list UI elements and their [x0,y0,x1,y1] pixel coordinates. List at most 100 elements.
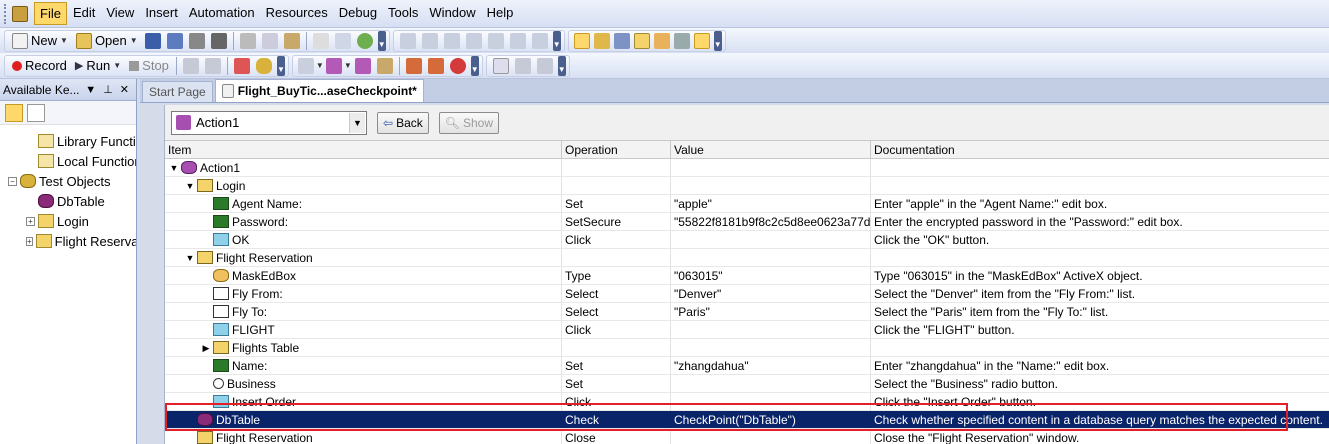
information-icon[interactable] [693,32,710,49]
collapse-triangle-icon[interactable]: ▼ [185,249,195,266]
tree-item-test-objects[interactable]: − Test Objects [0,171,136,191]
chevron-down-icon[interactable]: ▼ [349,112,365,133]
tab-start-page[interactable]: Start Page [142,81,213,102]
data-table-icon[interactable] [633,32,650,49]
header-documentation[interactable]: Documentation [871,141,1329,158]
table-row[interactable]: Password: SetSecure "55822f8181b9f8c2c5d8e… [165,213,1329,231]
find-next-icon[interactable] [465,32,482,49]
redo-icon[interactable] [421,32,438,49]
tree-item-login[interactable]: + Login [0,211,136,231]
toolbar-overflow-icon[interactable]: ▼ [557,55,566,76]
header-operation[interactable]: Operation [562,141,671,158]
action-select[interactable]: Action1 ▼ [171,110,367,135]
app-icon[interactable] [12,5,28,22]
save-icon[interactable] [144,32,161,49]
print-icon[interactable] [210,32,227,49]
menu-insert[interactable]: Insert [140,2,183,25]
table-row[interactable]: ▼ Login [165,177,1329,195]
menu-grip[interactable] [4,3,8,24]
resources-icon[interactable] [593,32,610,49]
show-button[interactable]: 🔍︎ Show [438,111,500,134]
insert-call-icon[interactable] [354,57,371,74]
toolbar-overflow-icon[interactable]: ▼ [552,30,561,51]
window-icon[interactable] [536,57,553,74]
find-icon[interactable] [443,32,460,49]
table-row[interactable]: ▶ Flights Table [165,339,1329,357]
low-level-recording-icon[interactable] [204,57,221,74]
table-row[interactable]: Insert Order Click Click the "Insert Order… [165,393,1329,411]
menu-tools[interactable]: Tools [383,2,423,25]
replace-icon[interactable] [487,32,504,49]
header-value[interactable]: Value [671,141,871,158]
table-row[interactable]: Flight Reservation Close Close the "Flight… [165,429,1329,444]
table-row[interactable]: Fly From: Select "Denver" Select the "Denve… [165,285,1329,303]
expand-icon[interactable]: + [26,216,35,226]
paste-icon[interactable] [283,32,300,49]
debug-viewer-icon[interactable] [673,32,690,49]
edit-icon[interactable] [312,32,329,49]
spelling-icon[interactable] [509,32,526,49]
menu-resources[interactable]: Resources [261,2,333,25]
toolbar-overflow-icon[interactable]: ▼ [276,55,285,76]
print-preview-icon[interactable] [188,32,205,49]
close-icon[interactable]: ✕ [120,83,129,96]
cut-icon[interactable] [239,32,256,49]
table-row[interactable]: Agent Name: Set "apple" Enter "apple" in th… [165,195,1329,213]
pin-icon[interactable]: ⊥ [103,83,113,96]
toolbar-overflow-icon[interactable]: ▼ [377,30,386,51]
step-into-icon[interactable] [405,57,422,74]
expand-triangle-icon[interactable]: ▶ [201,339,211,356]
table-row[interactable]: MaskEdBox Type "063015" Type "063015" in th… [165,267,1329,285]
tree-item-local-functions[interactable]: Local Functions [0,151,136,171]
table-row[interactable]: OK Click Click the "OK" button. [165,231,1329,249]
toolbar-overflow-icon[interactable]: ▼ [713,30,722,51]
collapse-icon[interactable]: − [8,176,17,186]
run-button[interactable]: ▶ Run ▼ [71,56,125,76]
expand-icon[interactable]: + [26,236,33,246]
tools-icon[interactable] [514,57,531,74]
collapse-triangle-icon[interactable]: ▼ [169,159,179,176]
undo-icon[interactable] [399,32,416,49]
test-flow-icon[interactable] [573,32,590,49]
back-button[interactable]: ⇦ Back [377,111,429,134]
table-row[interactable]: FLIGHT Click Click the "FLIGHT" button. [165,321,1329,339]
active-screen-icon[interactable] [653,32,670,49]
analog-recording-icon[interactable] [182,57,199,74]
table-row[interactable]: Fly To: Select "Paris" Select the "Paris" i… [165,303,1329,321]
tab-test-document[interactable]: Flight_BuyTic...aseCheckpoint* [214,79,424,102]
tree-item-dbtable[interactable]: DbTable [0,191,136,211]
checkpoint-icon[interactable] [233,57,250,74]
format-icon[interactable] [531,32,548,49]
object-repository-icon[interactable] [613,32,630,49]
list-view-icon[interactable] [27,103,45,122]
database-icon[interactable] [255,57,272,74]
menu-automation[interactable]: Automation [184,2,260,25]
header-item[interactable]: Item [165,141,562,158]
menu-debug[interactable]: Debug [334,2,382,25]
collapse-triangle-icon[interactable]: ▼ [185,177,195,194]
menu-window[interactable]: Window [424,2,480,25]
table-row[interactable]: Name: Set "zhangdahua" Enter "zhangdahua" i… [165,357,1329,375]
breakpoint-icon[interactable] [449,57,466,74]
table-row[interactable]: DbTable Check CheckPoint("DbTable") Check w… [165,411,1329,429]
new-button[interactable]: New ▼ [8,31,72,51]
insert-output-icon[interactable] [376,57,393,74]
table-row[interactable]: ▼ Action1 [165,159,1329,177]
properties-icon[interactable] [334,32,351,49]
save-all-icon[interactable] [166,32,183,49]
menu-edit[interactable]: Edit [68,2,100,25]
check-icon[interactable] [356,32,373,49]
insert-step-icon[interactable] [297,57,314,74]
tree-view-icon[interactable] [5,103,23,122]
table-row[interactable]: ▼ Flight Reservation [165,249,1329,267]
insert-object-icon[interactable] [325,57,342,74]
table-row[interactable]: Business Set Select the "Business" radio b… [165,375,1329,393]
chevron-down-icon[interactable]: ▼ [344,61,352,70]
stop-button[interactable]: Stop [125,56,173,76]
view-list-icon[interactable] [492,57,509,74]
menu-help[interactable]: Help [482,2,519,25]
tree-item-flight-reservation[interactable]: + Flight Reservation [0,231,136,251]
open-button[interactable]: Open ▼ [72,31,142,51]
toolbar-overflow-icon[interactable]: ▼ [470,55,479,76]
step-over-icon[interactable] [427,57,444,74]
